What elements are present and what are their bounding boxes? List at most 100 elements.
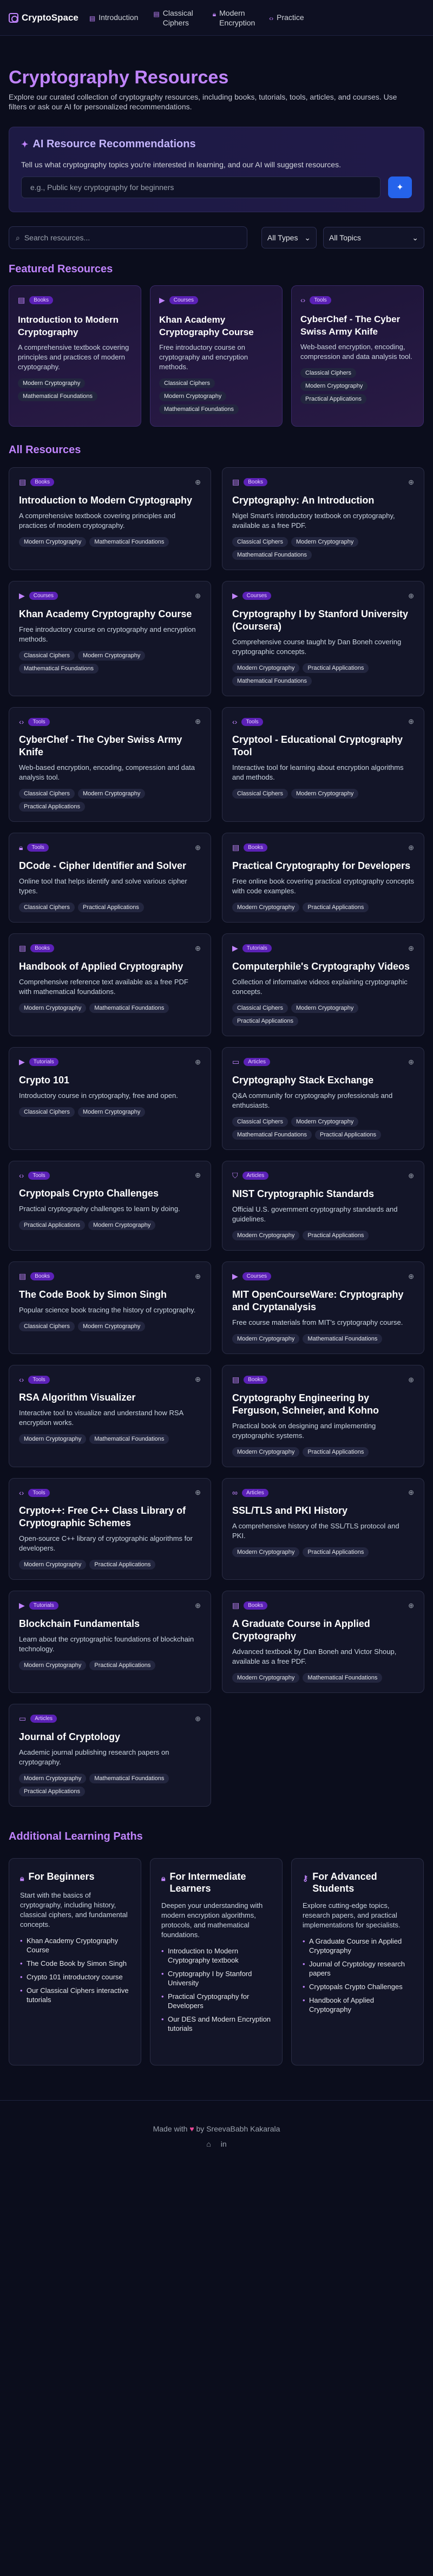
- globe-icon[interactable]: ⊕: [408, 844, 414, 852]
- resource-card[interactable]: ▶ Courses ⊕ Cryptography I by Stanford Univ…: [222, 581, 424, 696]
- globe-icon[interactable]: ⊕: [195, 844, 201, 852]
- tag[interactable]: Modern Cryptography: [291, 789, 359, 799]
- tag[interactable]: Practical Applications: [303, 903, 369, 912]
- tag[interactable]: Classical Ciphers: [19, 903, 75, 912]
- github-icon[interactable]: ⌂: [206, 2140, 211, 2148]
- tag[interactable]: Classical Ciphers: [300, 368, 356, 378]
- globe-icon[interactable]: ⊕: [195, 1375, 201, 1384]
- tag[interactable]: Modern Cryptography: [291, 537, 359, 547]
- globe-icon[interactable]: ⊕: [408, 1488, 414, 1497]
- tag[interactable]: Practical Applications: [232, 1016, 298, 1026]
- tag[interactable]: Modern Cryptography: [232, 1547, 300, 1557]
- globe-icon[interactable]: ⊕: [195, 1715, 201, 1723]
- nav-item-classical-ciphers[interactable]: ▤ Classical Ciphers: [153, 8, 197, 28]
- resource-card[interactable]: ▶ Courses ⊕ Khan Academy Cryptography Cours…: [9, 581, 211, 696]
- resource-card[interactable]: ‹› Tools ⊕ Cryptool - Educational Cryptogra…: [222, 707, 424, 822]
- tag[interactable]: Classical Ciphers: [232, 1003, 288, 1013]
- tag[interactable]: Mathematical Foundations: [303, 1673, 383, 1683]
- globe-icon[interactable]: ⊕: [195, 1058, 201, 1067]
- resource-card[interactable]: ▤ Books ⊕ The Code Book by Simon Singh Popul…: [9, 1261, 211, 1354]
- resource-card[interactable]: ‹› Tools CyberChef - The Cyber Swiss Army …: [291, 285, 424, 427]
- resource-card[interactable]: ⛉ Articles ⊕ NIST Cryptographic Standards Of…: [222, 1161, 424, 1251]
- globe-icon[interactable]: ⊕: [195, 592, 201, 600]
- nav-item-practice[interactable]: ‹› Practice: [269, 12, 304, 23]
- globe-icon[interactable]: ⊕: [195, 1601, 201, 1610]
- tag[interactable]: Modern Cryptography: [77, 651, 146, 661]
- tag[interactable]: Classical Ciphers: [19, 789, 75, 799]
- linkedin-icon[interactable]: in: [221, 2140, 227, 2148]
- tag[interactable]: Mathematical Foundations: [232, 550, 312, 560]
- resource-card[interactable]: ‹› Tools ⊕ Cryptopals Crypto Challenges Prac…: [9, 1161, 211, 1251]
- tag[interactable]: Mathematical Foundations: [89, 1003, 169, 1013]
- resource-card[interactable]: ▶ Courses Khan Academy Cryptography Course…: [150, 285, 283, 427]
- tag[interactable]: Practical Applications: [19, 1787, 85, 1796]
- type-select[interactable]: All Types ⌄: [261, 227, 317, 249]
- nav-item-modern-encryption[interactable]: 🔒︎ Modern Encryption: [213, 8, 255, 28]
- tag[interactable]: Mathematical Foundations: [232, 676, 312, 686]
- resource-card[interactable]: ∞ Articles ⊕ SSL/TLS and PKI History A compr…: [222, 1478, 424, 1580]
- tag[interactable]: Practical Applications: [315, 1130, 381, 1140]
- brand-logo[interactable]: CryptoSpace: [9, 12, 78, 23]
- globe-icon[interactable]: ⊕: [408, 1376, 414, 1384]
- tag[interactable]: Modern Cryptography: [232, 1231, 300, 1240]
- resource-card[interactable]: ▶ Tutorials ⊕ Computerphile's Cryptography …: [222, 933, 424, 1036]
- globe-icon[interactable]: ⊕: [408, 944, 414, 953]
- tag[interactable]: Mathematical Foundations: [89, 1774, 169, 1783]
- tag[interactable]: Modern Cryptography: [232, 1673, 300, 1683]
- globe-icon[interactable]: ⊕: [408, 1272, 414, 1281]
- globe-icon[interactable]: ⊕: [195, 944, 201, 953]
- resource-card[interactable]: ▤ Books ⊕ Cryptography: An Introduction Nige…: [222, 467, 424, 570]
- tag[interactable]: Practical Applications: [77, 903, 144, 912]
- tag[interactable]: Modern Cryptography: [159, 391, 227, 401]
- resource-card[interactable]: ▤ Books ⊕ Cryptography Engineering by Fergu…: [222, 1365, 424, 1467]
- resource-card[interactable]: ▭ Articles ⊕ Cryptography Stack Exchange Q&A…: [222, 1047, 424, 1150]
- tag[interactable]: Modern Cryptography: [300, 381, 368, 391]
- tag[interactable]: Modern Cryptography: [77, 1107, 146, 1117]
- tag[interactable]: Practical Applications: [303, 1547, 369, 1557]
- nav-item-introduction[interactable]: ▤ Introduction: [89, 12, 139, 23]
- resource-card[interactable]: ▤ Books ⊕ Introduction to Modern Cryptograp…: [9, 467, 211, 570]
- globe-icon[interactable]: ⊕: [408, 1172, 414, 1180]
- tag[interactable]: Classical Ciphers: [19, 1322, 75, 1331]
- search-box[interactable]: ⌕: [9, 226, 247, 249]
- tag[interactable]: Mathematical Foundations: [89, 537, 169, 547]
- tag[interactable]: Practical Applications: [19, 802, 85, 812]
- search-input[interactable]: [24, 233, 240, 242]
- resource-card[interactable]: ▤ Books ⊕ Handbook of Applied Cryptography C…: [9, 933, 211, 1036]
- tag[interactable]: Modern Cryptography: [232, 903, 300, 912]
- globe-icon[interactable]: ⊕: [195, 1171, 201, 1180]
- resource-card[interactable]: ▶ Tutorials ⊕ Blockchain Fundamentals Learn …: [9, 1591, 211, 1693]
- resource-card[interactable]: ‹› Tools ⊕ RSA Algorithm Visualizer Interact…: [9, 1365, 211, 1467]
- resource-card[interactable]: 🔒︎ Tools ⊕ DCode - Cipher Identifier and So…: [9, 833, 211, 923]
- globe-icon[interactable]: ⊕: [408, 717, 414, 726]
- tag[interactable]: Modern Cryptography: [19, 1660, 87, 1670]
- tag[interactable]: Modern Cryptography: [232, 1447, 300, 1457]
- resource-card[interactable]: ▭ Articles ⊕ Journal of Cryptology Academic …: [9, 1704, 211, 1807]
- tag[interactable]: Practical Applications: [89, 1560, 156, 1570]
- tag[interactable]: Modern Cryptography: [19, 1434, 87, 1444]
- tag[interactable]: Mathematical Foundations: [18, 391, 98, 401]
- globe-icon[interactable]: ⊕: [408, 1058, 414, 1067]
- globe-icon[interactable]: ⊕: [195, 1272, 201, 1281]
- globe-icon[interactable]: ⊕: [195, 1488, 201, 1497]
- tag[interactable]: Modern Cryptography: [232, 663, 300, 673]
- resource-card[interactable]: ▤ Books ⊕ A Graduate Course in Applied Cryp…: [222, 1591, 424, 1693]
- tag[interactable]: Mathematical Foundations: [159, 404, 239, 414]
- tag[interactable]: Modern Cryptography: [19, 1003, 87, 1013]
- tag[interactable]: Mathematical Foundations: [232, 1130, 312, 1140]
- tag[interactable]: Modern Cryptography: [19, 537, 87, 547]
- resource-card[interactable]: ‹› Tools ⊕ Crypto++: Free C++ Class Library…: [9, 1478, 211, 1580]
- globe-icon[interactable]: ⊕: [408, 592, 414, 600]
- tag[interactable]: Classical Ciphers: [232, 1117, 288, 1127]
- resource-card[interactable]: ▶ Courses ⊕ MIT OpenCourseWare: Cryptograph…: [222, 1261, 424, 1354]
- ai-submit-button[interactable]: ✦: [388, 176, 412, 198]
- tag[interactable]: Classical Ciphers: [19, 651, 75, 661]
- tag[interactable]: Modern Cryptography: [77, 1322, 146, 1331]
- tag[interactable]: Mathematical Foundations: [19, 664, 99, 674]
- tag[interactable]: Modern Cryptography: [19, 1560, 87, 1570]
- globe-icon[interactable]: ⊕: [195, 717, 201, 726]
- resource-card[interactable]: ‹› Tools ⊕ CyberChef - The Cyber Swiss Army…: [9, 707, 211, 822]
- tag[interactable]: Mathematical Foundations: [303, 1334, 383, 1344]
- tag[interactable]: Classical Ciphers: [232, 789, 288, 799]
- globe-icon[interactable]: ⊕: [195, 478, 201, 487]
